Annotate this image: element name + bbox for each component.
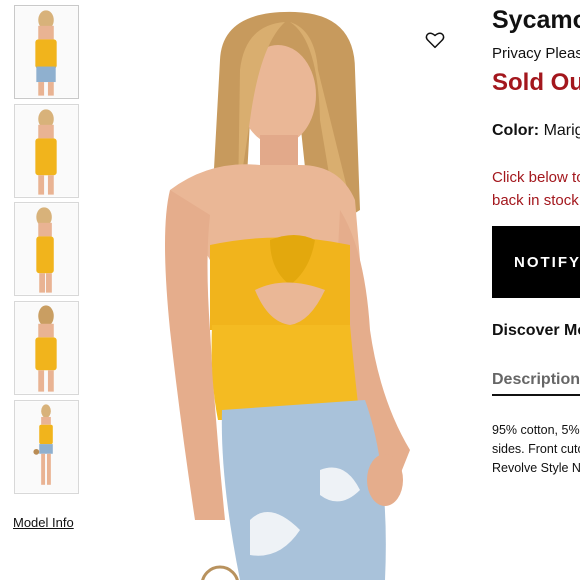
color-row: Color: Marigold	[492, 122, 580, 140]
restock-message: Click below to be notified when back in …	[492, 166, 580, 212]
brand-name[interactable]: Privacy Please	[492, 45, 580, 62]
restock-message-line1: Click below to be notified when	[492, 169, 580, 186]
color-label: Color:	[492, 122, 540, 139]
description-text: 95% cotton, 5% spandex. sides. Front cut…	[492, 421, 580, 478]
thumbnail-front-view[interactable]	[14, 5, 79, 99]
heart-icon[interactable]	[425, 31, 445, 49]
thumbnail-front-detail-image	[15, 105, 78, 197]
color-value: Marigold	[543, 122, 580, 139]
stock-status: Sold Out	[492, 69, 580, 96]
thumbnail-full-length-view[interactable]	[14, 400, 79, 494]
main-product-image	[150, 0, 470, 580]
description-line1: 95% cotton, 5% spandex.	[492, 423, 580, 437]
product-info-panel: Sycamore Privacy Please Sold Out Color: …	[492, 0, 580, 580]
model-info-link[interactable]: Model Info	[13, 515, 74, 530]
description-line3: Revolve Style No.	[492, 461, 580, 475]
notify-me-button[interactable]: NOTIFY ME	[492, 226, 580, 298]
thumbnail-full-length-image	[15, 401, 78, 493]
model-photo	[150, 0, 470, 580]
thumbnail-side-image	[15, 203, 78, 295]
tab-description[interactable]: Description	[492, 371, 580, 396]
description-line2: sides. Front cutout.	[492, 442, 580, 456]
restock-message-line2: back in stock	[492, 192, 579, 209]
thumbnail-front-detail-view[interactable]	[14, 104, 79, 198]
product-title: Sycamore	[492, 6, 580, 34]
thumbnail-side-view[interactable]	[14, 202, 79, 296]
discover-more-link[interactable]: Discover More	[492, 322, 580, 340]
thumbnail-back-image	[15, 302, 78, 394]
thumbnail-back-view[interactable]	[14, 301, 79, 395]
thumbnail-front-image	[15, 6, 78, 98]
